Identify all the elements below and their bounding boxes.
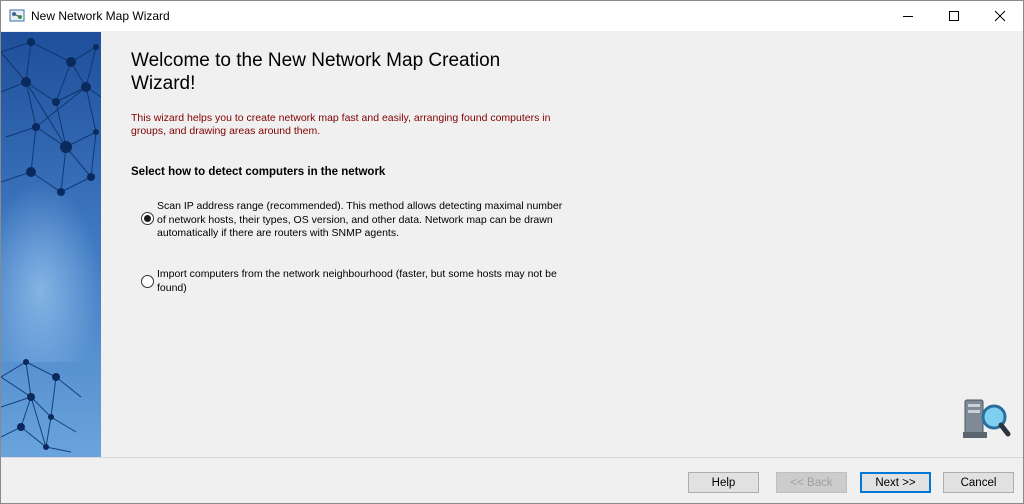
title-bar[interactable]: New Network Map Wizard — [1, 1, 1023, 31]
page-title: Welcome to the New Network Map Creation … — [131, 50, 501, 94]
cancel-button[interactable]: Cancel — [943, 472, 1014, 493]
minimize-icon — [903, 16, 913, 17]
minimize-button[interactable] — [885, 1, 931, 31]
maximize-icon — [949, 11, 959, 21]
next-button[interactable]: Next >> — [860, 472, 931, 493]
help-button[interactable]: Help — [688, 472, 759, 493]
maximize-button[interactable] — [931, 1, 977, 31]
import-neighbourhood-option-label[interactable]: Import computers from the network neighb… — [157, 268, 567, 295]
wizard-description: This wizard helps you to create network … — [131, 112, 551, 137]
close-button[interactable] — [977, 1, 1023, 31]
wizard-window: New Network Map Wizard Welcome to the Ne… — [0, 0, 1024, 504]
footer-divider — [1, 457, 1023, 458]
import-neighbourhood-radio[interactable] — [141, 275, 154, 288]
close-icon — [994, 10, 1006, 22]
back-button[interactable]: << Back — [776, 472, 847, 493]
section-title: Select how to detect computers in the ne… — [131, 166, 386, 178]
radio-selected-dot — [144, 215, 151, 222]
network-map-icon — [9, 9, 25, 22]
scan-ip-option-label[interactable]: Scan IP address range (recommended). Thi… — [157, 200, 567, 241]
scan-ip-radio[interactable] — [141, 212, 154, 225]
window-title: New Network Map Wizard — [31, 9, 170, 23]
wizard-content: Welcome to the New Network Map Creation … — [101, 32, 1023, 457]
sidebar-banner — [1, 32, 101, 457]
network-globe-illustration — [1, 32, 101, 457]
computer-magnifier-icon — [963, 399, 1011, 438]
